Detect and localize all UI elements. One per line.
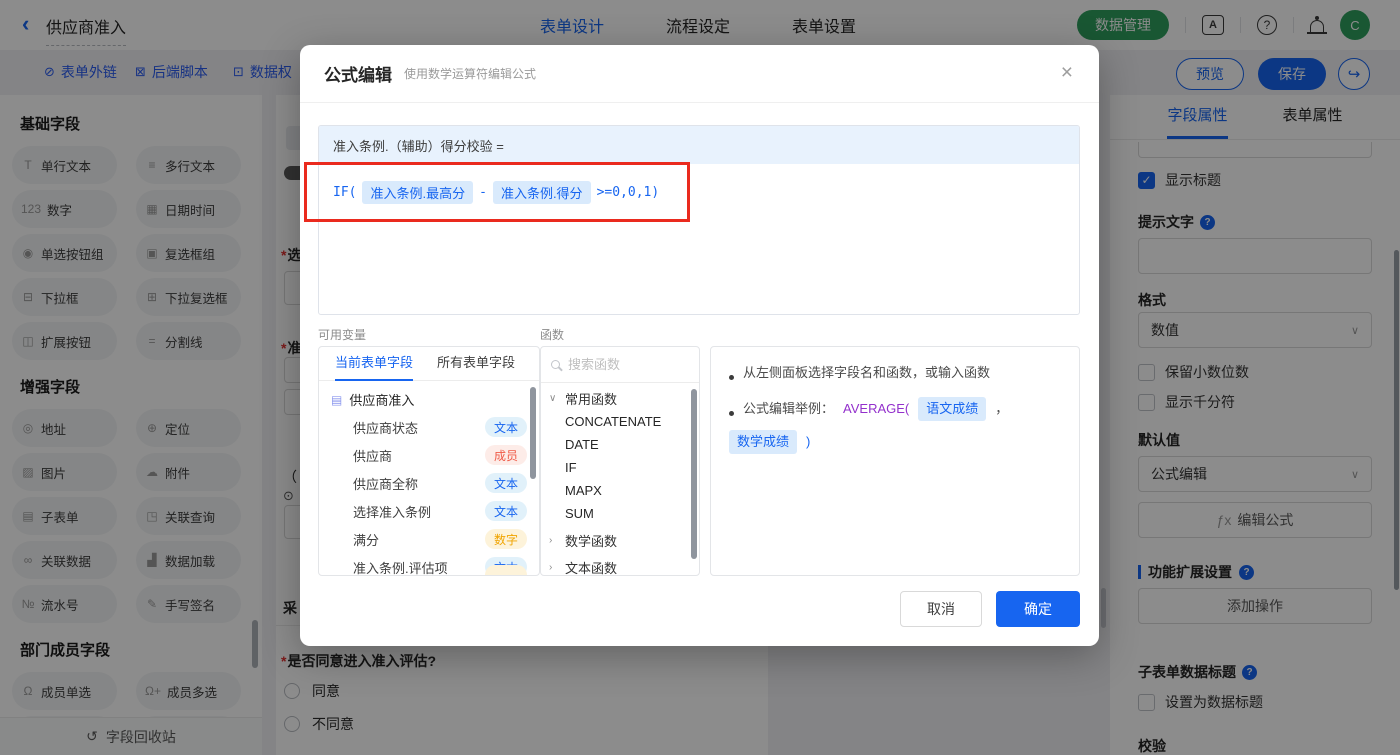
cancel-button[interactable]: 取消 (900, 591, 982, 627)
type-badge: 文本 (485, 473, 527, 493)
example-function: AVERAGE( (843, 401, 910, 416)
help-panel: 从左侧面板选择字段名和函数，或输入函数 公式编辑举例： AVERAGE( 语文成… (710, 346, 1080, 576)
formula-operator: - (479, 185, 487, 200)
functions-panel: ∨ 常用函数 CONCATENATE DATE IF MAPX SUM › 数学… (540, 346, 700, 576)
function-item-mapx[interactable]: MAPX (541, 479, 699, 502)
formula-expression[interactable]: IF( 准入条例.最高分 - 准入条例.得分 >=0,0,1) (319, 164, 1079, 221)
modal-subtitle: 使用数学运算符编辑公式 (404, 67, 537, 81)
variable-row[interactable]: 供应商 成员 (319, 441, 539, 469)
variables-panel: 当前表单字段 所有表单字段 ▤ 供应商准入 供应商状态 文本 供应商 成员 供应… (318, 346, 540, 576)
formula-tail: >=0,0,1) (596, 185, 660, 200)
document-icon: ▤ (331, 392, 343, 407)
type-badge: 文本 (485, 501, 527, 521)
function-group-common[interactable]: ∨ 常用函数 (541, 383, 699, 410)
example-separator: ， (995, 401, 1009, 416)
chevron-down-icon: ∨ (549, 393, 557, 404)
formula-edit-modal: 公式编辑 使用数学运算符编辑公式 × 准入条例.（辅助）得分校验 = IF( 准… (300, 45, 1099, 646)
example-variable-chip: 语文成绩 (918, 397, 987, 421)
modal-header: 公式编辑 使用数学运算符编辑公式 × (300, 45, 1099, 103)
variable-row[interactable]: 选择准入条例 文本 (319, 497, 539, 525)
functions-scrollbar[interactable] (691, 389, 697, 559)
chevron-right-icon: › (549, 535, 553, 546)
variables-scrollbar[interactable] (530, 387, 536, 479)
type-badge: 数字 (485, 529, 527, 549)
variable-name: 准入条例.评估项 (353, 560, 448, 576)
variable-name: 供应商 (353, 448, 393, 464)
chevron-right-icon: › (549, 562, 553, 573)
variables-tabs: 当前表单字段 所有表单字段 (319, 347, 539, 381)
formula-target-field: 准入条例.（辅助）得分校验 = (319, 126, 1079, 164)
help-tip-1: 从左侧面板选择字段名和函数，或输入函数 (729, 363, 1063, 383)
function-search[interactable] (541, 347, 699, 383)
tab-current-form-fields[interactable]: 当前表单字段 (335, 347, 414, 381)
function-group-math[interactable]: › 数学函数 (541, 525, 699, 552)
help-tip-2: 公式编辑举例： AVERAGE( 语文成绩 ， 数学成绩 ) (729, 397, 1063, 454)
group-label: 数学函数 (565, 534, 618, 549)
tip-text: 从左侧面板选择字段名和函数，或输入函数 (743, 365, 991, 380)
tip-text: 公式编辑举例： (743, 401, 835, 416)
functions-heading: 函数 (540, 328, 565, 342)
target-text: 准入条例.（辅助）得分校验 = (333, 138, 504, 154)
variable-name: 满分 (353, 532, 380, 548)
function-item-if[interactable]: IF (541, 456, 699, 479)
bullet-icon (729, 374, 734, 380)
app-root: ‹ 供应商准入 表单设计 流程设定 表单设置 数据管理 A ? C ⊘ 表单外链… (0, 0, 1400, 755)
function-search-input[interactable] (568, 357, 668, 372)
variable-name: 供应商状态 (353, 420, 419, 436)
type-badge: 文本 (485, 417, 527, 437)
type-badge: 成员 (485, 445, 527, 465)
function-item-concatenate[interactable]: CONCATENATE (541, 410, 699, 433)
tree-root-form[interactable]: ▤ 供应商准入 (319, 381, 539, 413)
example-variable-chip: 数学成绩 (729, 430, 798, 454)
tree-root-label: 供应商准入 (349, 393, 415, 408)
formula-variable-chip[interactable]: 准入条例.最高分 (362, 181, 474, 204)
search-icon (551, 360, 560, 369)
formula-editor[interactable]: 准入条例.（辅助）得分校验 = IF( 准入条例.最高分 - 准入条例.得分 >… (318, 125, 1080, 315)
formula-variable-chip[interactable]: 准入条例.得分 (492, 181, 591, 204)
group-label: 文本函数 (565, 561, 618, 576)
variable-name: 供应商全称 (353, 476, 419, 492)
bullet-icon (729, 410, 734, 416)
partial-badge (485, 565, 527, 575)
example-close-paren: ) (806, 434, 811, 449)
variable-row[interactable]: 供应商状态 文本 (319, 413, 539, 441)
function-item-date[interactable]: DATE (541, 433, 699, 456)
tab-all-form-fields[interactable]: 所有表单字段 (437, 347, 515, 381)
modal-title: 公式编辑 (324, 66, 392, 85)
variable-row[interactable]: 满分 数字 (319, 525, 539, 553)
confirm-button[interactable]: 确定 (996, 591, 1080, 627)
group-label: 常用函数 (565, 392, 618, 407)
formula-fn-open: IF( (333, 185, 357, 200)
variable-row[interactable]: 供应商全称 文本 (319, 469, 539, 497)
close-icon[interactable]: × (1061, 62, 1073, 83)
function-group-text[interactable]: › 文本函数 (541, 552, 699, 576)
variable-name: 选择准入条例 (353, 504, 432, 520)
function-item-sum[interactable]: SUM (541, 502, 699, 525)
variables-heading: 可用变量 (318, 328, 367, 342)
